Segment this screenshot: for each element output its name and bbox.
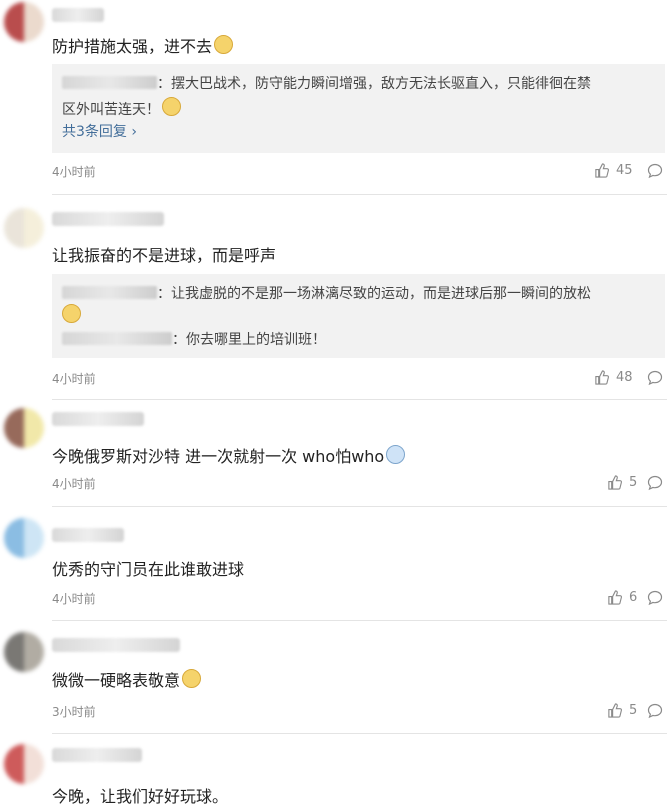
username[interactable]	[52, 8, 104, 22]
divider	[52, 194, 667, 195]
username[interactable]	[52, 528, 124, 542]
speech-bubble-icon[interactable]	[647, 590, 663, 606]
like-button[interactable]: 5	[607, 475, 639, 493]
speech-bubble-icon[interactable]	[647, 370, 663, 386]
like-button[interactable]: 45	[594, 163, 640, 181]
thumbs-up-icon	[595, 163, 609, 178]
more-replies-link[interactable]: 共3条回复 ›	[62, 121, 137, 141]
like-button[interactable]: 5	[607, 703, 639, 721]
speech-bubble-icon[interactable]	[647, 475, 663, 491]
comment-item: 微微一硬略表敬意 3小时前 5	[0, 628, 667, 734]
reply-box[interactable]: ：让我虚脱的不是那一场淋漓尽致的运动，而是进球后那一瞬间的放松 ：你去哪里上的培…	[52, 274, 665, 358]
thumbs-up-icon	[608, 590, 622, 605]
username[interactable]	[52, 638, 180, 652]
divider	[52, 399, 667, 400]
timestamp: 4小时前	[52, 477, 96, 491]
avatar[interactable]	[4, 208, 44, 248]
reply-line: ：摆大巴战术，防守能力瞬间增强，敌方无法长驱直入，只能徘徊在禁	[62, 73, 591, 93]
divider	[52, 620, 667, 621]
reply-line: ：让我虚脱的不是那一场淋漓尽致的运动，而是进球后那一瞬间的放松	[62, 283, 591, 303]
reply-username[interactable]	[62, 286, 157, 299]
like-button[interactable]: 48	[594, 370, 640, 388]
comment-text: 今晚，让我们好好玩球。	[52, 787, 229, 806]
divider	[52, 733, 667, 734]
avatar[interactable]	[4, 2, 44, 42]
username[interactable]	[52, 748, 142, 762]
speech-bubble-icon[interactable]	[647, 703, 663, 719]
username[interactable]	[52, 412, 144, 426]
comment-text: 防护措施太强，进不去	[52, 33, 234, 57]
thumbs-up-icon	[608, 475, 622, 490]
username[interactable]	[52, 212, 164, 226]
timestamp: 4小时前	[52, 592, 96, 606]
grinning-face-emoji-icon	[386, 445, 406, 464]
reply-line: ：你去哪里上的培训班！	[62, 329, 326, 349]
reply-username[interactable]	[62, 332, 172, 345]
timestamp: 3小时前	[52, 705, 96, 719]
reply-line-continuation: 区外叫苦连天！	[62, 97, 181, 119]
timestamp: 4小时前	[52, 165, 96, 179]
comment-text: 今晚俄罗斯对沙特 进一次就射一次 who怕who	[52, 443, 406, 467]
reply-line-continuation	[62, 304, 81, 325]
like-count: 45	[616, 163, 633, 178]
comment-item: 防护措施太强，进不去 ：摆大巴战术，防守能力瞬间增强，敌方无法长驱直入，只能徘徊…	[0, 0, 667, 195]
comment-text: 让我振奋的不是进球，而是呼声	[52, 246, 277, 265]
timestamp: 4小时前	[52, 372, 96, 386]
reply-username[interactable]	[62, 76, 157, 89]
doge-emoji-icon	[62, 304, 81, 323]
doge-emoji-icon	[182, 669, 202, 688]
divider	[52, 506, 667, 507]
doge-emoji-icon	[162, 97, 181, 116]
comment-item: 今晚俄罗斯对沙特 进一次就射一次 who怕who 4小时前 5	[0, 404, 667, 510]
comment-text: 微微一硬略表敬意	[52, 667, 202, 691]
like-count: 48	[616, 370, 633, 385]
comment-item: 今晚，让我们好好玩球。	[0, 740, 667, 809]
doge-emoji-icon	[214, 35, 234, 54]
thumbs-up-icon	[595, 370, 609, 385]
avatar[interactable]	[4, 518, 44, 558]
speech-bubble-icon[interactable]	[647, 163, 663, 179]
comment-text: 优秀的守门员在此谁敢进球	[52, 560, 245, 579]
thumbs-up-icon	[608, 703, 622, 718]
like-count: 6	[629, 590, 638, 605]
comment-item: 优秀的守门员在此谁敢进球 4小时前 6	[0, 516, 667, 628]
like-count: 5	[629, 703, 638, 718]
like-button[interactable]: 6	[607, 590, 639, 608]
like-count: 5	[629, 475, 638, 490]
comment-item: 让我振奋的不是进球，而是呼声 ：让我虚脱的不是那一场淋漓尽致的运动，而是进球后那…	[0, 200, 667, 402]
avatar[interactable]	[4, 632, 44, 672]
avatar[interactable]	[4, 408, 44, 448]
reply-box[interactable]: ：摆大巴战术，防守能力瞬间增强，敌方无法长驱直入，只能徘徊在禁 区外叫苦连天！ …	[52, 64, 665, 153]
avatar[interactable]	[4, 744, 44, 784]
